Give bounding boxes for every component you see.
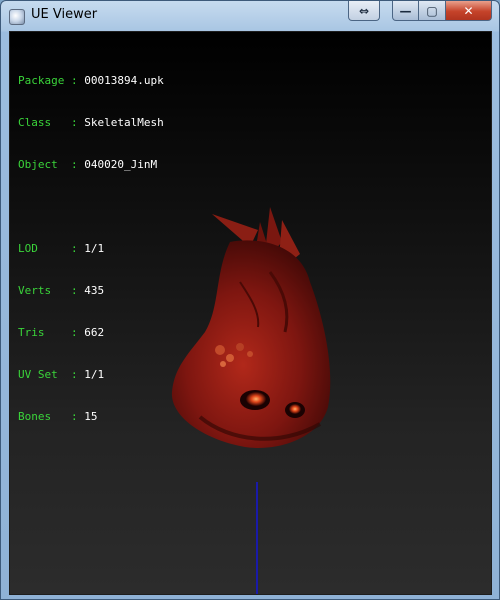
- info-key: Package: [18, 74, 65, 87]
- info-sep: :: [64, 74, 85, 87]
- info-value-object: 040020_JinM: [84, 158, 158, 171]
- info-key: LOD: [18, 242, 65, 255]
- resize-toggle-button[interactable]: ⇔: [348, 1, 380, 21]
- info-row-verts: Verts : 435: [18, 284, 164, 298]
- info-sep: :: [64, 158, 85, 171]
- info-value-uv-set: 1/1: [84, 368, 105, 381]
- info-row-lod: LOD : 1/1: [18, 242, 164, 256]
- info-value-tris: 662: [84, 326, 105, 339]
- info-key: Class: [18, 116, 65, 129]
- red-creature-head-mesh: [171, 207, 331, 448]
- info-key: UV Set: [18, 368, 65, 381]
- info-key: Object: [18, 158, 65, 171]
- info-sep: :: [64, 284, 85, 297]
- minimize-icon: —: [399, 3, 412, 18]
- double-arrow-icon: ⇔: [358, 3, 370, 18]
- info-sep: :: [64, 326, 85, 339]
- info-value-lod: 1/1: [84, 242, 105, 255]
- info-value-bones: 15: [84, 410, 98, 423]
- window-title: UE Viewer: [31, 7, 98, 22]
- info-sep: :: [64, 242, 85, 255]
- app-window: UE Viewer ⇔ — ▢ ✕ Package : 00013894.upk…: [0, 0, 500, 600]
- mesh-info-panel: Package : 00013894.upk Class : SkeletalM…: [18, 46, 164, 452]
- close-icon: ✕: [463, 3, 474, 18]
- info-sep: :: [64, 368, 85, 381]
- title-bar[interactable]: UE Viewer ⇔ — ▢ ✕: [1, 1, 499, 31]
- info-row-bones: Bones : 15: [18, 410, 164, 424]
- info-row-package: Package : 00013894.upk: [18, 74, 164, 88]
- minimize-button[interactable]: —: [392, 1, 419, 21]
- info-value-class: SkeletalMesh: [84, 116, 164, 129]
- close-button[interactable]: ✕: [446, 1, 492, 21]
- info-sep: :: [64, 116, 85, 129]
- info-key: Tris: [18, 326, 65, 339]
- axis-line: [256, 482, 258, 594]
- info-value-package: 00013894.upk: [84, 74, 164, 87]
- info-key: Verts: [18, 284, 65, 297]
- maximize-button[interactable]: ▢: [419, 1, 446, 21]
- info-key: Bones: [18, 410, 65, 423]
- viewport[interactable]: Package : 00013894.upk Class : SkeletalM…: [9, 31, 492, 595]
- info-row-tris: Tris : 662: [18, 326, 164, 340]
- app-icon: [9, 9, 25, 25]
- info-row-object: Object : 040020_JinM: [18, 158, 164, 172]
- info-row-uv-set: UV Set : 1/1: [18, 368, 164, 382]
- info-sep: :: [64, 410, 85, 423]
- info-row-class: Class : SkeletalMesh: [18, 116, 164, 130]
- maximize-icon: ▢: [426, 3, 438, 18]
- info-value-verts: 435: [84, 284, 105, 297]
